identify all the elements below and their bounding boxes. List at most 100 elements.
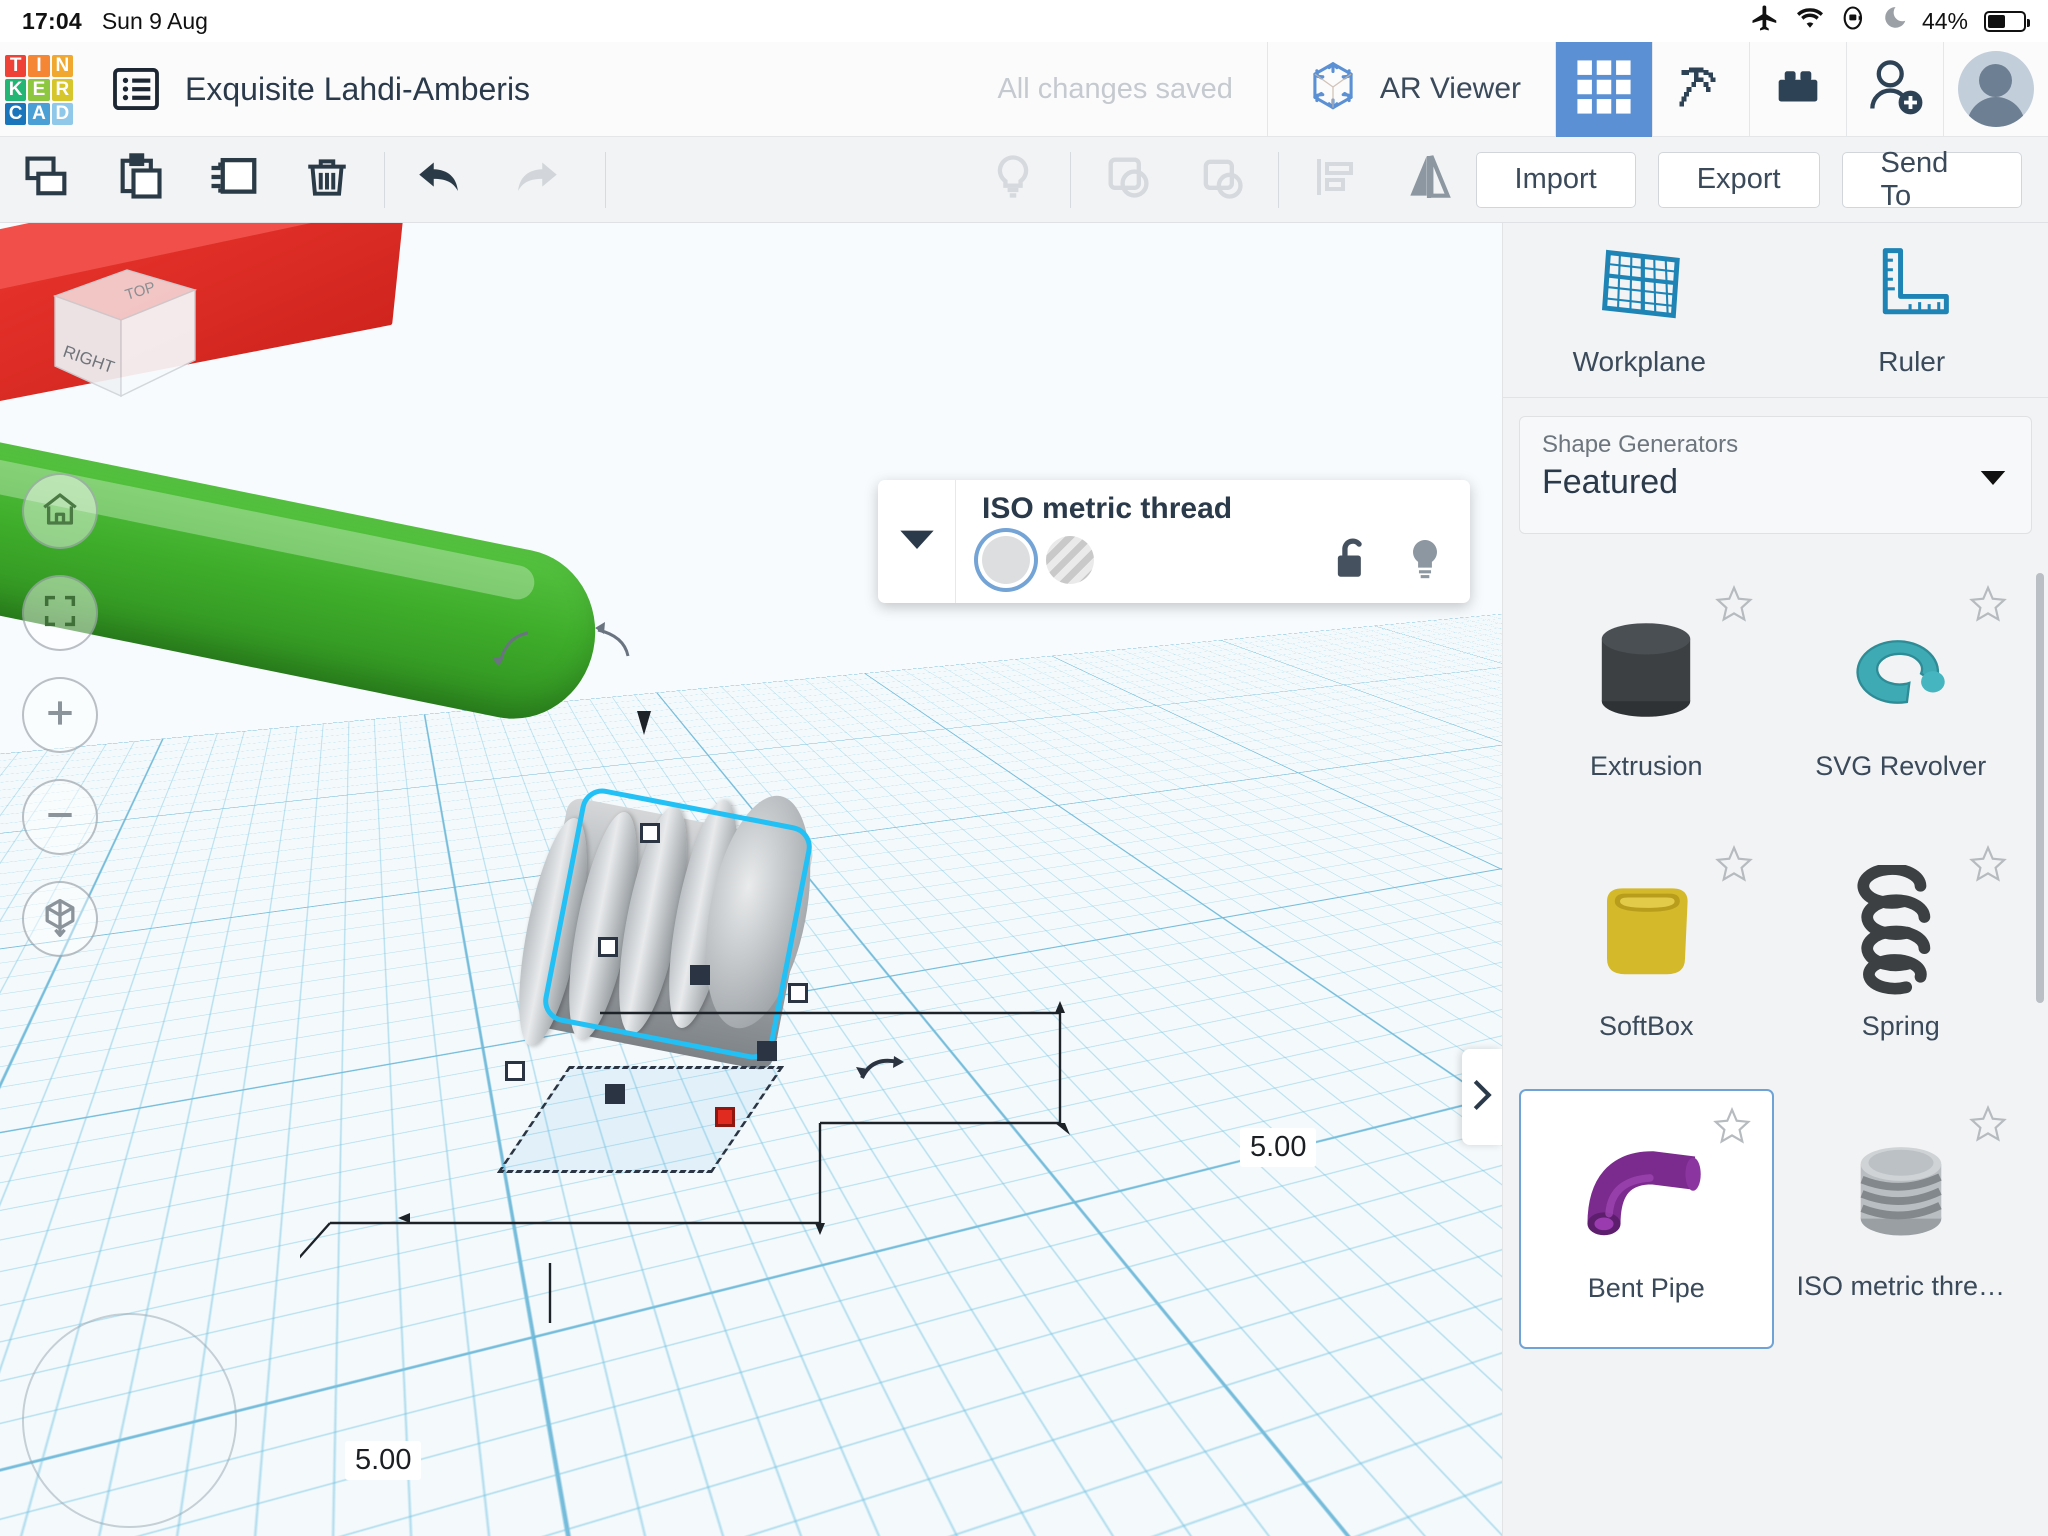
mirror-button[interactable] [1382, 137, 1475, 223]
shape-card-softbox[interactable]: SoftBox [1519, 829, 1774, 1089]
fit-to-view-button[interactable] [22, 575, 98, 651]
delete-button[interactable] [280, 137, 373, 223]
shape-card-spring[interactable]: Spring [1774, 829, 2029, 1089]
view-orientation-cube[interactable]: TOP RIGHT [35, 248, 198, 398]
shape-card-extrusion[interactable]: Extrusion [1519, 569, 1774, 829]
zoom-in-button[interactable] [22, 677, 98, 753]
group-icon [1102, 151, 1154, 208]
favorite-star-icon[interactable] [1712, 1106, 1752, 1150]
logo-tile-2: N [51, 55, 73, 77]
shape-panel-actions [1332, 536, 1444, 587]
import-button[interactable]: Import [1475, 151, 1636, 208]
bent-pipe-thumbnail [1566, 1117, 1726, 1267]
dimension-label-1[interactable]: 5.00 [345, 1441, 422, 1480]
softbox-thumbnail [1566, 855, 1726, 1005]
minecraft-pickaxe-icon [1672, 58, 1730, 121]
hole-swatch[interactable] [1046, 536, 1094, 584]
hamburger-menu-icon[interactable] [113, 68, 159, 110]
light-bulb-icon [987, 151, 1039, 208]
logo-tile-8: D [51, 103, 73, 125]
dimension-lines [300, 1001, 1070, 1323]
ar-viewer-button[interactable]: AR Viewer [1268, 42, 1555, 137]
airplane-mode-icon [1750, 3, 1780, 39]
send-to-button[interactable]: Send To [1841, 147, 2022, 212]
undo-button[interactable] [395, 137, 488, 223]
avatar [1958, 51, 2034, 127]
dimension-label-0[interactable]: 5.00 [1240, 1128, 1317, 1167]
lego-button[interactable] [1750, 42, 1846, 137]
resize-handle-top[interactable] [640, 823, 660, 843]
home-view-button[interactable] [22, 473, 98, 549]
shape-generators-select[interactable]: Shape Generators Featured [1519, 416, 2032, 534]
orthographic-toggle-button[interactable] [22, 881, 98, 957]
logo-tile-1: I [28, 55, 50, 77]
shape-gallery: Extrusion SVG Revolver SoftBox Spring Be… [1503, 553, 2048, 1536]
shape-card-bent-pipe-label: Bent Pipe [1587, 1273, 1705, 1303]
right-sidebar: Workplane Ruler Shape Generators Feature… [1502, 223, 2048, 1536]
ungroup-button[interactable] [1174, 137, 1267, 223]
favorite-star-icon[interactable] [1714, 844, 1754, 888]
favorite-star-icon[interactable] [1968, 844, 2008, 888]
shape-card-softbox-label: SoftBox [1598, 1011, 1694, 1041]
shape-generators-caption: Shape Generators [1542, 431, 1739, 458]
light-button[interactable] [966, 137, 1059, 223]
workplane-icon [1593, 243, 1685, 332]
sidebar-collapse-tab[interactable] [1462, 1049, 1502, 1145]
shape-card-iso-metric-thread[interactable]: ISO metric thre… [1774, 1089, 2029, 1349]
unlock-icon[interactable] [1332, 536, 1372, 587]
tinkercad-logo[interactable]: T I N K E R C A D [5, 55, 73, 125]
shape-card-bent-pipe[interactable]: Bent Pipe [1519, 1089, 1774, 1349]
shape-card-svg-revolver[interactable]: SVG Revolver [1774, 569, 2029, 829]
copy-button[interactable] [0, 137, 93, 223]
ungroup-icon [1195, 151, 1247, 208]
ar-viewer-icon [1302, 56, 1364, 123]
user-account-button[interactable] [1944, 42, 2048, 137]
redo-icon [506, 148, 564, 211]
sidebar-item-ruler[interactable]: Ruler [1776, 223, 2048, 397]
panel-collapse-button[interactable] [878, 480, 956, 603]
sidebar-item-workplane-label: Workplane [1572, 345, 1706, 377]
align-button[interactable] [1289, 137, 1382, 223]
zoom-out-button[interactable] [22, 779, 98, 855]
favorite-star-icon[interactable] [1968, 584, 2008, 628]
logo-tile-5: R [51, 79, 73, 101]
add-collaborator-button[interactable] [1847, 42, 1943, 137]
group-button[interactable] [1081, 137, 1174, 223]
favorite-star-icon[interactable] [1714, 584, 1754, 628]
duplicate-button[interactable] [187, 137, 280, 223]
ar-viewer-label: AR Viewer [1379, 72, 1521, 105]
battery-icon [1984, 10, 2030, 32]
sidebar-scrollbar[interactable] [2036, 573, 2044, 1003]
redo-button[interactable] [488, 137, 581, 223]
export-button[interactable]: Export [1657, 151, 1820, 208]
delete-trash-icon [302, 152, 352, 207]
logo-tile-6: C [5, 103, 27, 125]
divider [383, 151, 385, 208]
resize-handle-left[interactable] [598, 937, 618, 957]
orthographic-toggle-icon [38, 895, 82, 944]
save-status: All changes saved [997, 72, 1233, 105]
logo-tile-4: E [28, 79, 50, 101]
shape-card-iso-metric-thread-label: ISO metric thre… [1796, 1271, 2006, 1301]
svg-revolver-thumbnail [1821, 595, 1981, 745]
3d-viewport[interactable]: TOP RIGHT 5.00 5.00 ISO metric thread [0, 223, 1502, 1536]
ios-status-bar: 17:04 Sun 9 Aug 44% [0, 0, 2048, 42]
shape-properties-panel: ISO metric thread [878, 480, 1470, 603]
chevron-right-icon [1471, 1078, 1493, 1117]
cone-handle[interactable] [615, 703, 675, 763]
sidebar-item-workplane[interactable]: Workplane [1503, 223, 1776, 397]
solid-swatch[interactable] [982, 536, 1030, 584]
paste-button[interactable] [93, 137, 186, 223]
divider [605, 151, 607, 208]
light-bulb-icon[interactable] [1406, 536, 1444, 587]
align-icon [1311, 153, 1359, 206]
wifi-icon [1794, 5, 1826, 37]
favorite-star-icon[interactable] [1968, 1104, 2008, 1148]
orbit-pad[interactable] [22, 1313, 237, 1528]
resize-handle-mid[interactable] [690, 965, 710, 985]
page-title[interactable]: Exquisite Lahdi-Amberis [185, 71, 530, 108]
minecraft-button[interactable] [1653, 42, 1749, 137]
collapse-triangle-icon [897, 526, 937, 557]
blocks-grid-button[interactable] [1556, 41, 1652, 137]
ruler-icon [1870, 243, 1954, 332]
